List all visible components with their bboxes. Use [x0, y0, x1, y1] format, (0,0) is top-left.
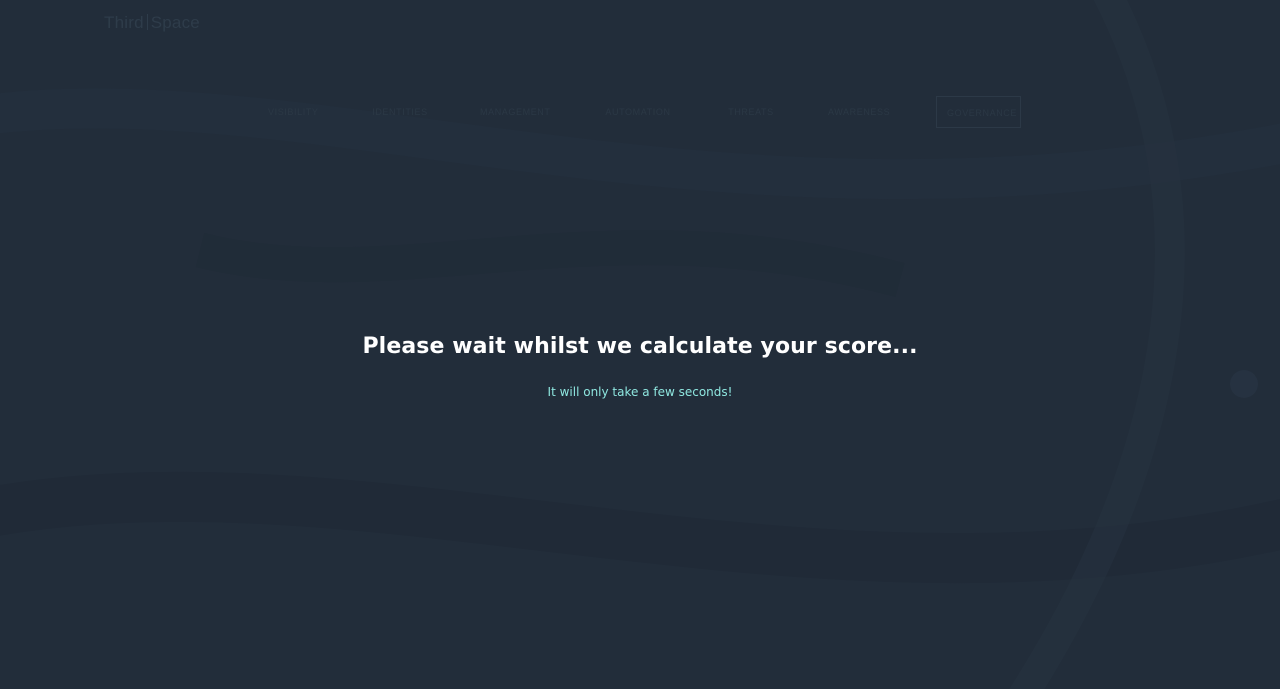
loading-subtitle: It will only take a few seconds! — [547, 385, 733, 399]
page: Third Space Visibility Identities Managem… — [0, 0, 1280, 689]
loading-overlay: Please wait whilst we calculate your sco… — [0, 0, 1280, 689]
loading-title: Please wait whilst we calculate your sco… — [362, 334, 918, 359]
